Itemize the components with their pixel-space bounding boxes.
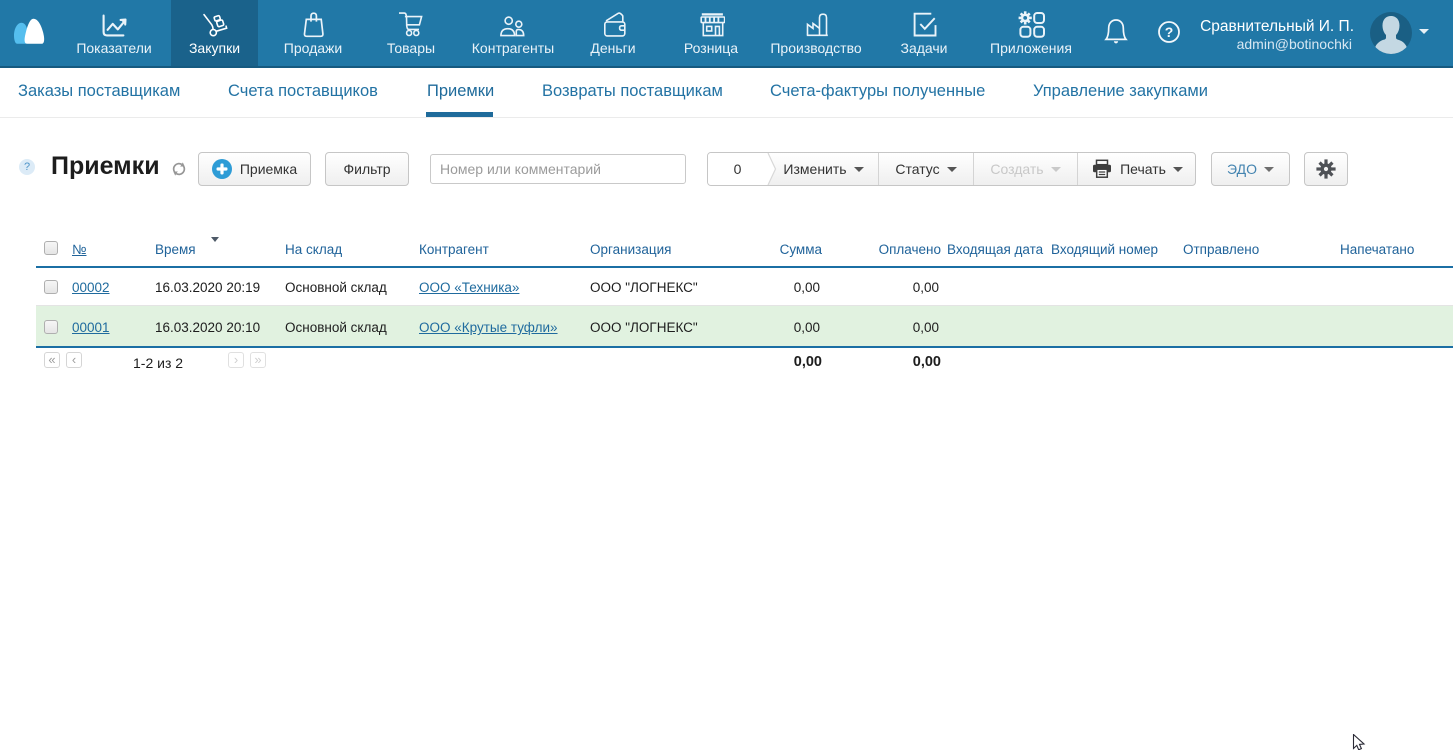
svg-text:?: ? <box>1165 24 1174 40</box>
